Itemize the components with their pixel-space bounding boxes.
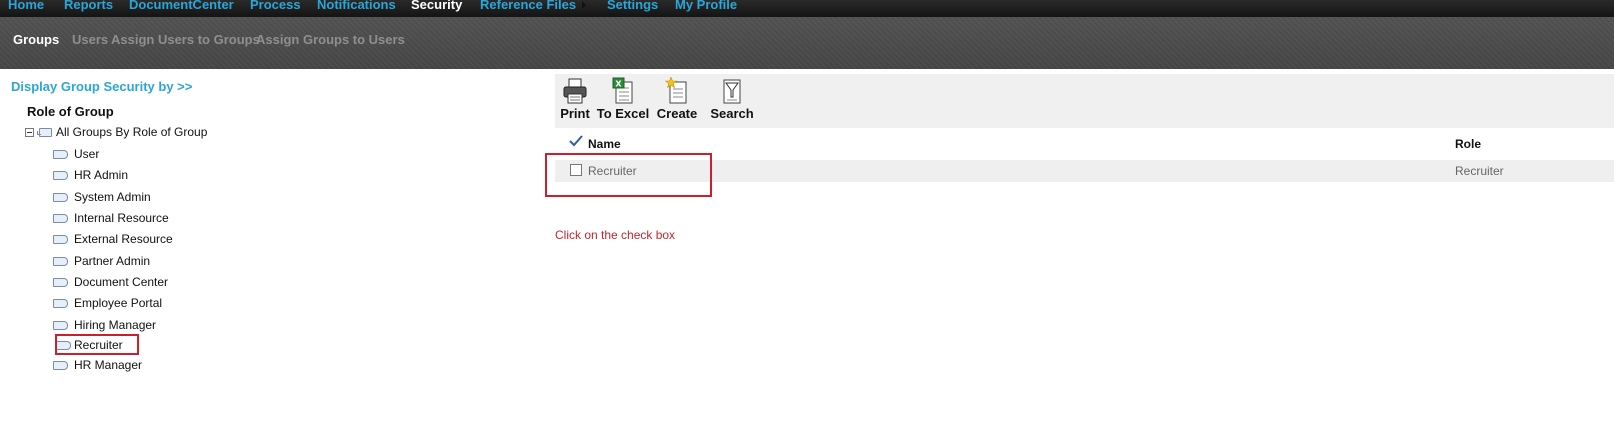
subnav-groups[interactable]: Groups xyxy=(13,32,59,47)
instruction-note: Click on the check box xyxy=(555,228,676,242)
recruiter-highlight-box xyxy=(55,334,139,355)
tree-heading: Role of Group xyxy=(27,104,114,119)
tree-node-system-admin[interactable]: System Admin xyxy=(53,190,151,204)
subnav-assign-groups-to-users[interactable]: Assign Groups to Users xyxy=(256,32,405,47)
group-tag-icon xyxy=(53,361,68,371)
subnav-users[interactable]: Users xyxy=(72,32,108,47)
tree-node-external-resource[interactable]: External Resource xyxy=(53,232,173,246)
nav-notifications[interactable]: Notifications xyxy=(317,0,396,13)
group-folder-icon xyxy=(37,128,52,138)
table-row[interactable]: Recruiter Recruiter xyxy=(555,160,1614,182)
excel-icon: X xyxy=(612,77,633,104)
tree-node-user[interactable]: User xyxy=(53,147,99,161)
new-document-icon xyxy=(664,77,687,104)
group-tag-icon xyxy=(53,278,68,288)
column-header-name[interactable]: Name xyxy=(588,137,621,151)
nav-security[interactable]: Security xyxy=(411,0,462,13)
tree-node-internal-resource[interactable]: Internal Resource xyxy=(53,211,169,225)
tree-node-label: Employee Portal xyxy=(74,296,163,310)
print-label: Print xyxy=(560,106,590,121)
tree-node-label: Hiring Manager xyxy=(74,318,157,332)
group-tag-icon xyxy=(53,257,68,267)
to-excel-label: To Excel xyxy=(596,106,650,121)
tree-node-label: Internal Resource xyxy=(74,211,169,225)
grid-toolbar: Print X To Excel Create Search xyxy=(555,74,1614,128)
tree-node-label: Partner Admin xyxy=(74,254,151,268)
content-panel: Display Group Security by >> Role of Gro… xyxy=(3,69,1614,422)
tree-node-label: User xyxy=(74,147,100,161)
print-button[interactable]: Print xyxy=(558,77,592,121)
create-button[interactable]: Create xyxy=(655,77,699,121)
tree-node-hr-admin[interactable]: HR Admin xyxy=(53,168,128,182)
group-tag-icon xyxy=(53,150,68,160)
printer-icon xyxy=(563,78,587,104)
group-tag-icon xyxy=(53,299,68,309)
nav-documentcenter[interactable]: DocumentCenter xyxy=(129,0,234,13)
column-header-role[interactable]: Role xyxy=(1455,137,1481,151)
sub-nav: Groups Users Assign Users to Groups Assi… xyxy=(0,17,1614,69)
tree-node-label: HR Manager xyxy=(74,358,143,372)
search-button[interactable]: Search xyxy=(709,77,755,121)
checkmark-icon[interactable] xyxy=(569,135,583,147)
tree-node-partner-admin[interactable]: Partner Admin xyxy=(53,254,150,268)
tree-node-employee-portal[interactable]: Employee Portal xyxy=(53,296,162,310)
grid-header: Name Role xyxy=(555,135,1614,159)
display-group-security-link[interactable]: Display Group Security by >> xyxy=(11,79,192,94)
tree-node-document-center[interactable]: Document Center xyxy=(53,275,168,289)
group-tag-icon xyxy=(53,193,68,203)
chevron-right-icon xyxy=(582,1,586,9)
tree-root[interactable]: All Groups By Role of Group xyxy=(25,125,207,139)
tree-node-label: Document Center xyxy=(74,275,169,289)
row-role-cell: Recruiter xyxy=(1455,164,1504,178)
checkbox-highlight-box xyxy=(545,153,712,197)
tree-node-hr-manager[interactable]: HR Manager xyxy=(53,358,142,372)
group-tag-icon xyxy=(53,171,68,181)
group-tag-icon xyxy=(53,214,68,224)
top-nav: Home Reports DocumentCenter Process Noti… xyxy=(0,0,1614,17)
nav-reports[interactable]: Reports xyxy=(64,0,113,13)
group-tag-icon xyxy=(53,235,68,245)
collapse-icon[interactable] xyxy=(25,128,34,138)
tree-node-label: HR Admin xyxy=(74,168,129,182)
nav-my-profile[interactable]: My Profile xyxy=(675,0,737,13)
nav-home[interactable]: Home xyxy=(8,0,44,13)
search-label: Search xyxy=(710,106,754,121)
nav-reference-files[interactable]: Reference Files xyxy=(480,0,576,13)
create-label: Create xyxy=(656,106,698,121)
nav-process[interactable]: Process xyxy=(250,0,301,13)
tree-node-label: External Resource xyxy=(74,232,173,246)
to-excel-button[interactable]: X To Excel xyxy=(595,77,651,121)
tree-node-label: System Admin xyxy=(74,190,151,204)
nav-settings[interactable]: Settings xyxy=(607,0,658,13)
svg-text:X: X xyxy=(615,80,622,89)
tree-node-hiring-manager[interactable]: Hiring Manager xyxy=(53,318,156,332)
tree-root-label: All Groups By Role of Group xyxy=(56,125,208,139)
filter-icon xyxy=(723,79,741,104)
group-tag-icon xyxy=(53,321,68,331)
subnav-assign-users-to-groups[interactable]: Assign Users to Groups xyxy=(111,32,260,47)
